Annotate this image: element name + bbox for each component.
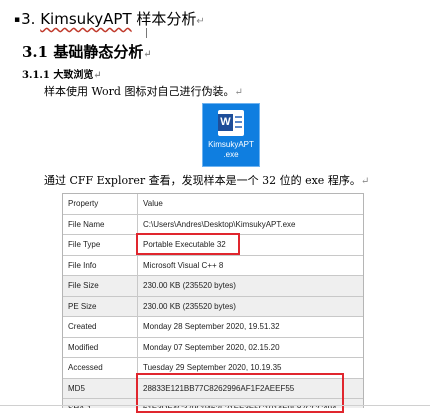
paragraph-mark-icon: ↵: [143, 49, 152, 60]
paragraph-cff-explorer: 通过 CFF Explorer 查看，发现样本是一个 32 位的 exe 程序。…: [44, 172, 369, 188]
paragraph-icon-disguise: 样本使用 Word 图标对自己进行伪装。↵: [44, 83, 243, 99]
value-cell: Monday 07 September 2020, 02.15.20: [137, 337, 363, 358]
heading-2-text: 3.1 基础静态分析: [22, 43, 144, 61]
paragraph-mark-icon: ↵: [196, 16, 205, 27]
table-row: Created Monday 28 September 2020, 19.51.3…: [63, 316, 363, 338]
exe-file-icon[interactable]: W KimsukyAPT .exe: [202, 103, 260, 167]
file-type-highlight-box: [136, 233, 240, 255]
text-cursor: [146, 28, 147, 38]
heading-1-number: 3.: [21, 10, 36, 28]
property-cell: Modified: [63, 337, 138, 358]
table-row: File Size 230.00 KB (235520 bytes): [63, 275, 363, 297]
table-row: Modified Monday 07 September 2020, 02.15.…: [63, 337, 363, 358]
page-bottom-divider: [0, 405, 430, 406]
value-cell: Microsoft Visual C++ 8: [137, 255, 363, 276]
word-w-badge: W: [218, 114, 233, 131]
property-cell: File Type: [63, 234, 138, 256]
word-document-icon: W: [218, 110, 244, 136]
table-row: PE Size 230.00 KB (235520 bytes): [63, 296, 363, 317]
header-property: Property: [63, 194, 138, 215]
header-value: Value: [137, 194, 363, 215]
table-row: File Info Microsoft Visual C++ 8: [63, 255, 363, 276]
file-name-label: KimsukyAPT .exe: [208, 140, 254, 159]
heading-1: ▪3. KimsukyAPT 样本分析↵: [14, 8, 205, 29]
paragraph-mark-icon: ↵: [93, 70, 102, 81]
heading-3-text: 3.1.1 大致浏览: [22, 70, 94, 81]
value-cell: 230.00 KB (235520 bytes): [137, 296, 363, 317]
property-cell: File Info: [63, 255, 138, 276]
bullet-marker: ▪: [14, 15, 21, 25]
heading-1-rest: 样本分析: [131, 10, 197, 28]
heading-2: 3.1 基础静态分析↵: [22, 41, 152, 62]
property-cell: Created: [63, 316, 138, 338]
heading-3: 3.1.1 大致浏览↵: [22, 66, 102, 81]
property-cell: MD5: [63, 378, 138, 399]
paragraph-mark-icon: ↵: [360, 176, 370, 187]
property-cell: File Size: [63, 275, 138, 297]
table-row: File Name C:\Users\Andres\Desktop\Kimsuky…: [63, 214, 363, 235]
property-cell: PE Size: [63, 296, 138, 317]
property-cell: Accessed: [63, 357, 138, 379]
hash-highlight-box: [136, 373, 344, 413]
paragraph-text: 通过 CFF Explorer 查看，发现样本是一个 32 位的 exe 程序。: [44, 174, 361, 187]
heading-1-keyword: KimsukyAPT: [40, 10, 132, 28]
paragraph-mark-icon: ↵: [234, 87, 243, 98]
value-cell: Monday 28 September 2020, 19.51.32: [137, 316, 363, 338]
paragraph-text: 样本使用 Word 图标对自己进行伪装。: [44, 85, 235, 98]
value-cell: 230.00 KB (235520 bytes): [137, 275, 363, 297]
property-cell: File Name: [63, 214, 138, 235]
value-cell: C:\Users\Andres\Desktop\KimsukyAPT.exe: [137, 214, 363, 235]
table-header-row: Property Value: [63, 194, 363, 215]
